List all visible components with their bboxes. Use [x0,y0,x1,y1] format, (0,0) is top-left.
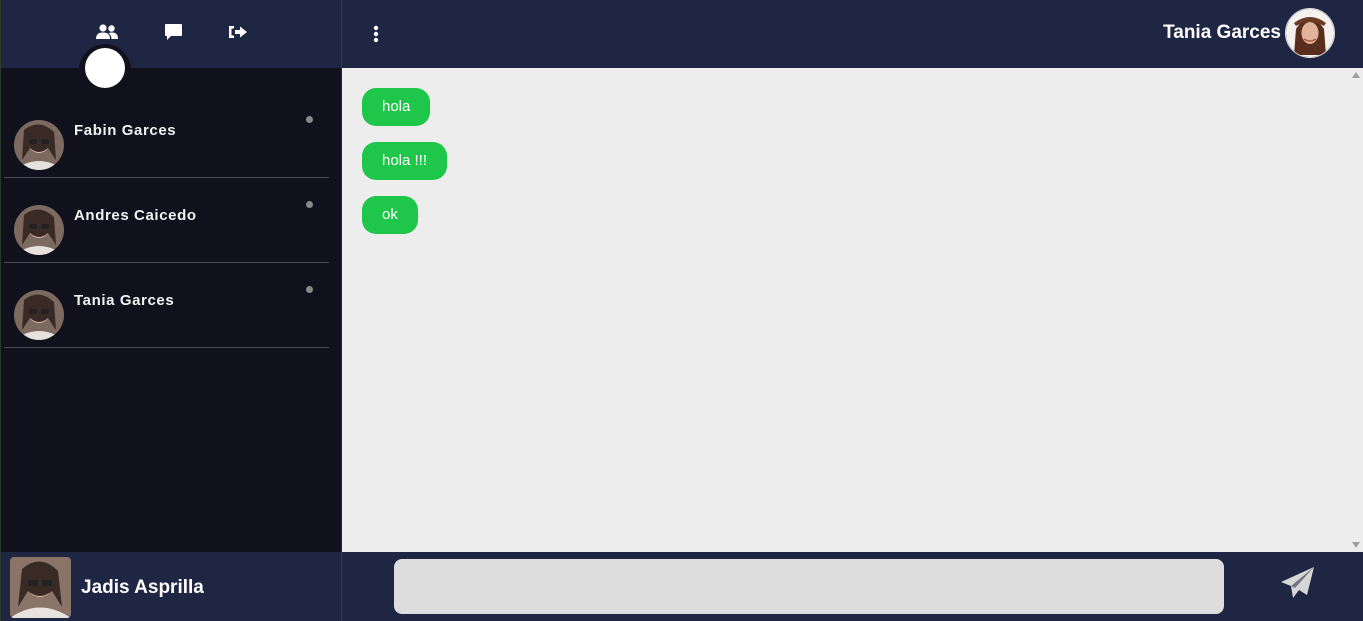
contact-name: Fabin Garces [74,122,177,139]
current-user-name: Jadis Asprilla [81,577,204,598]
contact-item[interactable]: Andres Caicedo [4,179,329,263]
contact-avatar [14,290,64,340]
scroll-up-arrow-icon[interactable] [1352,72,1360,78]
chat-contact-avatar [1285,8,1335,58]
send-icon[interactable] [1280,566,1320,606]
contact-item[interactable]: Fabin Garces [4,94,329,178]
sidebar: Fabin Garces Andres Caicedo Tania Garces… [0,0,342,621]
scroll-down-arrow-icon[interactable] [1352,542,1360,548]
current-user-panel: Jadis Asprilla [1,552,342,621]
contact-name: Andres Caicedo [74,207,197,224]
contact-name: Tania Garces [74,292,175,309]
users-icon[interactable] [96,22,118,42]
message-input[interactable] [394,559,1224,614]
logout-icon[interactable] [227,22,249,42]
chat-bubble-icon[interactable] [162,22,184,42]
vertical-dots-icon[interactable] [372,24,380,44]
message-bubble: hola !!! [362,142,448,180]
message-composer [341,552,1363,621]
status-dot [306,116,313,123]
contact-avatar [14,205,64,255]
message-list: hola hola !!! ok [342,68,1363,552]
status-dot [306,286,313,293]
scrollbar[interactable] [1349,68,1363,552]
tab-indicator-dot [85,48,125,88]
sidebar-header [1,0,342,68]
chat-contact-name: Tania Garces [1163,22,1281,43]
current-user-avatar [10,557,71,618]
message-bubble: ok [362,196,418,234]
contact-item[interactable]: Tania Garces [4,264,329,348]
contact-avatar [14,120,64,170]
message-bubble: hola [362,88,431,126]
status-dot [306,201,313,208]
chat-header: Tania Garces [341,0,1363,68]
